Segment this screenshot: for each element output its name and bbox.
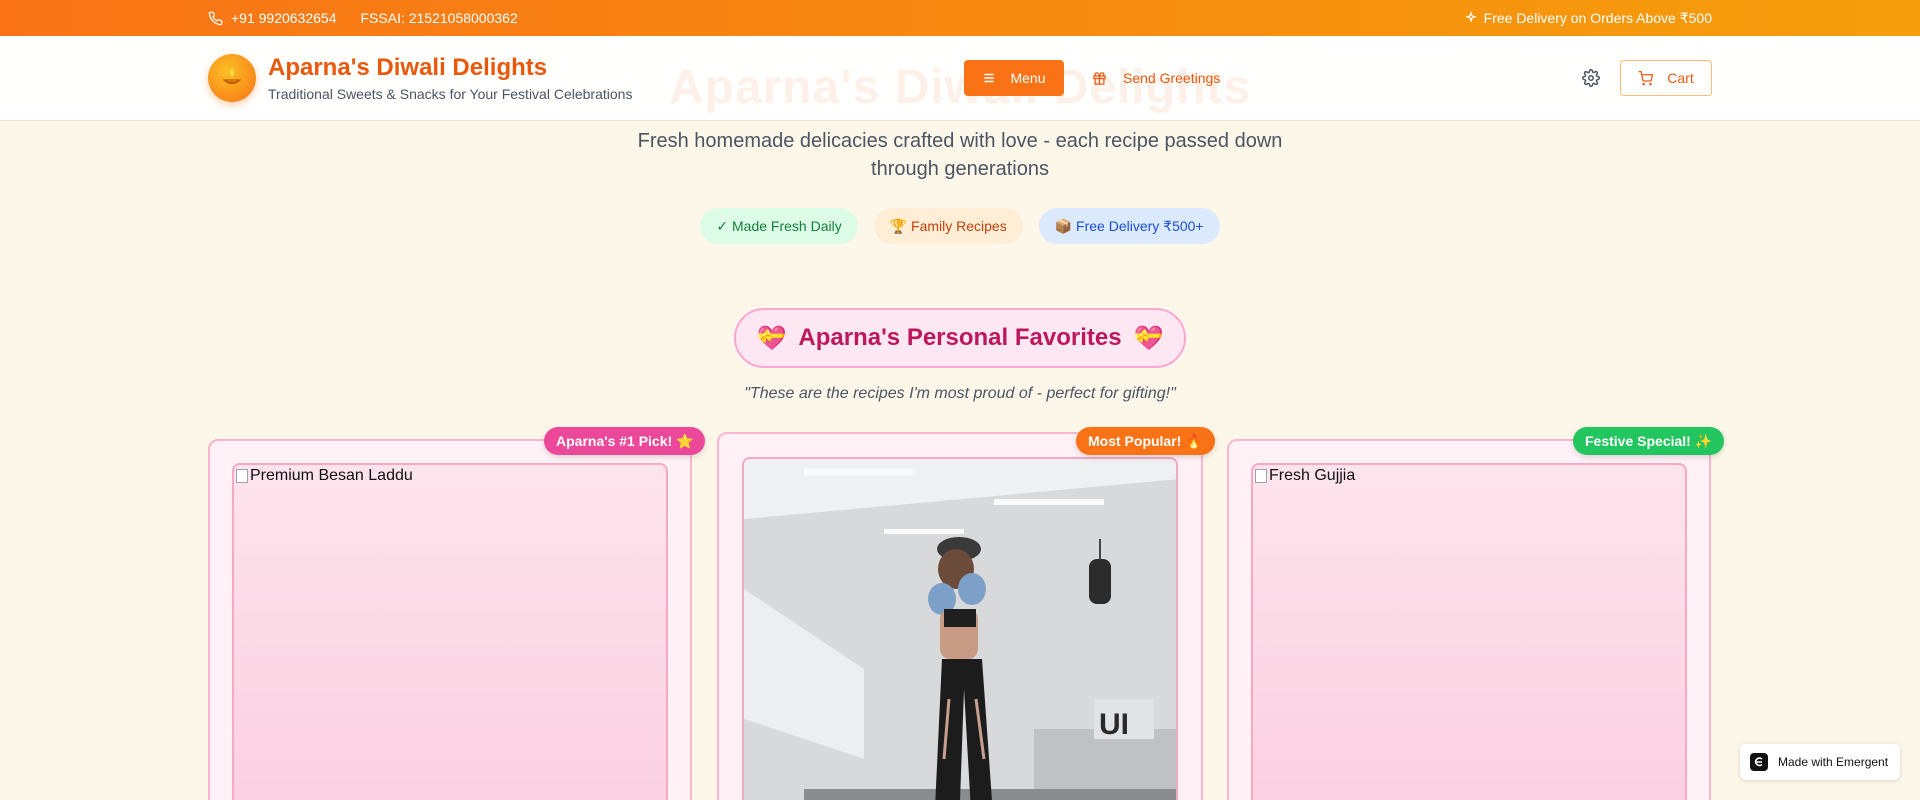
top-info-bar: +91 9920632654 FSSAI: 21521058000362 Fre… — [0, 0, 1920, 36]
card-ribbon: Aparna's #1 Pick! ⭐ — [544, 427, 706, 455]
pill-fresh-daily: ✓ Made Fresh Daily — [700, 208, 858, 244]
heart-gift-icon: 💝 — [1133, 324, 1164, 352]
emergent-logo-icon — [1750, 753, 1768, 771]
broken-image-icon — [1255, 469, 1267, 483]
favorites-title: Aparna's Personal Favorites — [798, 324, 1122, 351]
product-image[interactable]: Premium Besan Laddu — [232, 463, 668, 800]
site-header: Aparna's Diwali Delights Aparna's Diwali… — [0, 36, 1920, 121]
feature-pills: ✓ Made Fresh Daily 🏆 Family Recipes 📦 Fr… — [0, 208, 1920, 244]
logo[interactable] — [208, 54, 256, 102]
greetings-label: Send Greetings — [1123, 70, 1221, 86]
cart-label: Cart — [1667, 70, 1694, 86]
card-ribbon: Most Popular! 🔥 — [1076, 427, 1215, 455]
favorites-heading: 💝 Aparna's Personal Favorites 💝 — [734, 308, 1186, 368]
menu-button[interactable]: Menu — [964, 60, 1064, 96]
phone-number: +91 9920632654 — [231, 10, 337, 26]
fssai-number: FSSAI: 21521058000362 — [360, 10, 518, 26]
emergent-label: Made with Emergent — [1778, 755, 1889, 769]
product-card[interactable]: Fresh Gujjia — [1227, 439, 1711, 800]
product-image[interactable]: Fresh Gujjia — [1251, 463, 1687, 800]
cart-icon — [1638, 70, 1654, 85]
product-card[interactable]: Premium Besan Laddu — [208, 439, 692, 800]
hamburger-icon — [984, 73, 995, 83]
sparkle-icon — [1464, 11, 1477, 23]
product-card[interactable]: UI — [717, 432, 1203, 800]
broken-image-icon — [236, 469, 248, 483]
heart-gift-icon: 💝 — [756, 324, 787, 352]
phone-icon — [208, 11, 223, 25]
image-alt-text: Fresh Gujjia — [1269, 467, 1356, 484]
svg-text:UI: UI — [1099, 708, 1129, 741]
settings-gear-icon[interactable] — [1582, 69, 1600, 87]
cart-button[interactable]: Cart — [1620, 60, 1712, 96]
hero-subtitle: Fresh homemade delicacies crafted with l… — [637, 130, 1283, 180]
card-ribbon: Festive Special! ✨ — [1573, 427, 1725, 455]
gift-icon — [1093, 71, 1106, 85]
image-alt-text: Premium Besan Laddu — [250, 467, 413, 484]
menu-label: Menu — [1010, 70, 1046, 86]
product-image[interactable]: UI — [742, 457, 1178, 800]
pill-family-recipes: 🏆 Family Recipes — [873, 208, 1023, 244]
made-with-emergent-badge[interactable]: Made with Emergent — [1740, 744, 1900, 780]
send-greetings-button[interactable]: Send Greetings — [1092, 60, 1220, 96]
phone-contact[interactable]: +91 9920632654 — [208, 10, 337, 26]
favorites-quote: "These are the recipes I'm most proud of… — [744, 385, 1176, 402]
diya-icon — [222, 68, 242, 84]
pill-free-delivery: 📦 Free Delivery ₹500+ — [1038, 208, 1220, 244]
brand-subtitle: Traditional Sweets & Snacks for Your Fes… — [268, 86, 633, 102]
product-photo: UI — [744, 459, 1176, 800]
delivery-notice: Free Delivery on Orders Above ₹500 — [1483, 9, 1712, 26]
brand-title[interactable]: Aparna's Diwali Delights — [268, 54, 547, 82]
